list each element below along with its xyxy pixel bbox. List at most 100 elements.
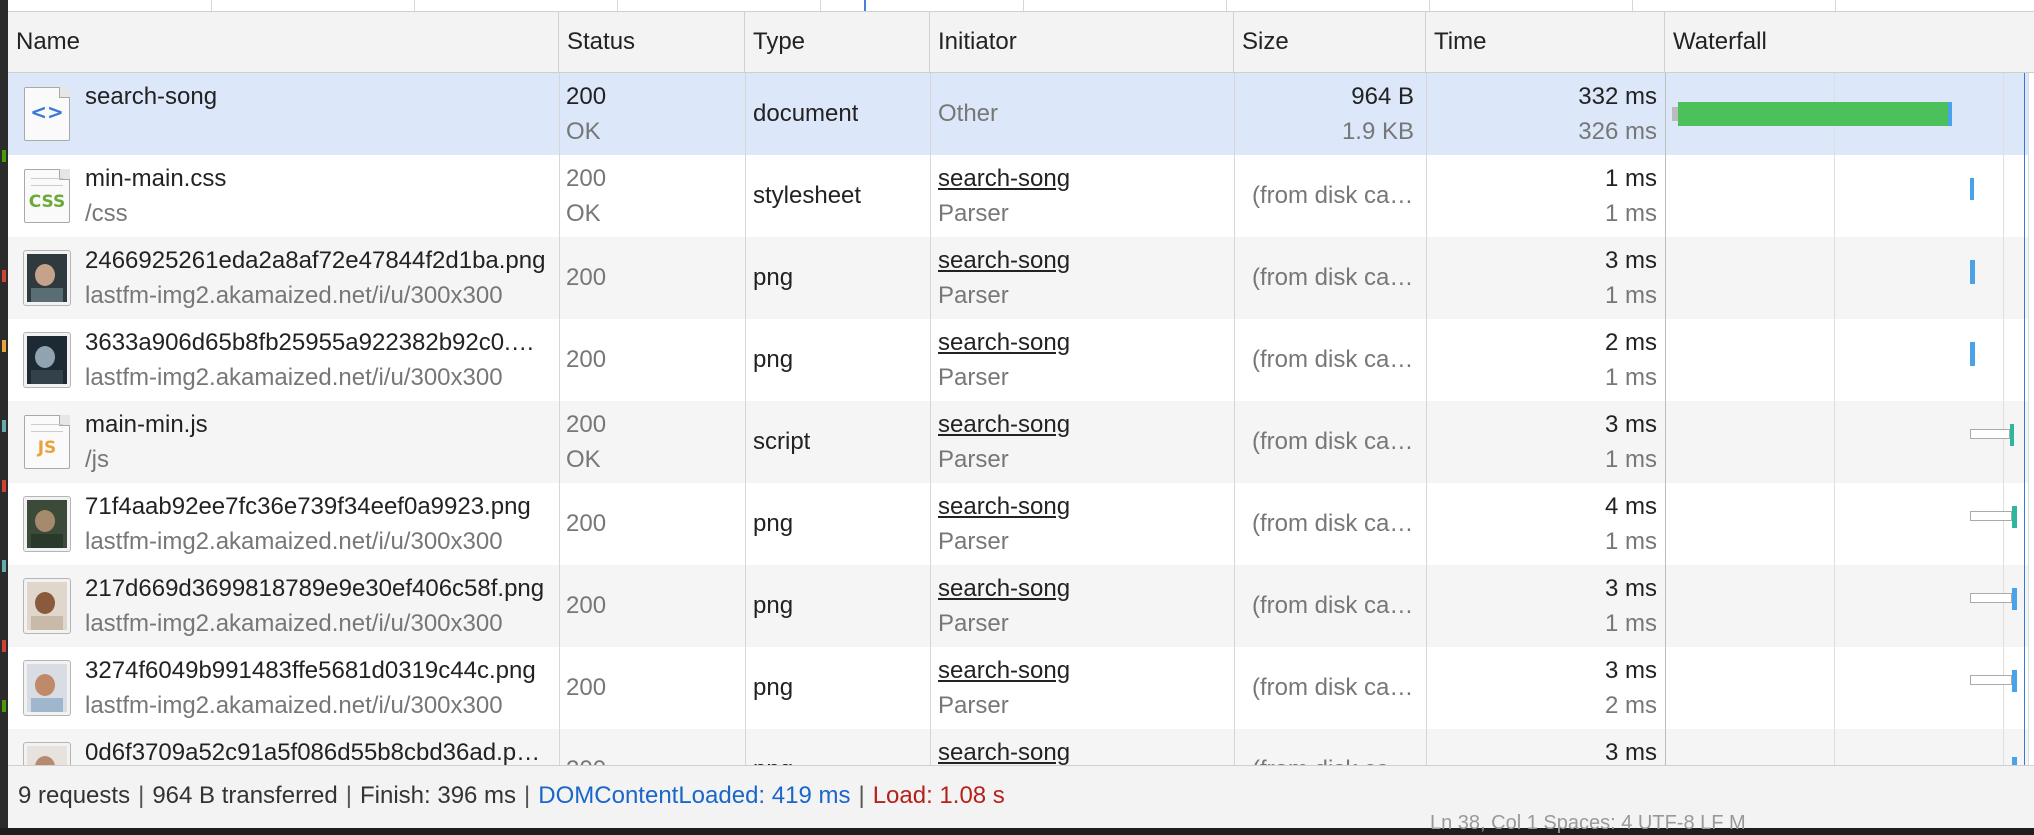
column-header-status[interactable]: Status [559, 12, 745, 72]
initiator-type: Parser [938, 692, 1009, 719]
initiator-type: Parser [938, 528, 1009, 555]
transferred-size: 964 B transferred [152, 782, 338, 809]
initiator-link[interactable]: search-song [938, 411, 1070, 439]
initiator-link[interactable]: search-song [938, 493, 1070, 521]
resource-type: png [753, 264, 794, 291]
image-thumbnail-icon [24, 579, 70, 633]
waterfall-bar[interactable] [2010, 424, 2014, 446]
waterfall-bar-download [1948, 102, 1952, 126]
status-code: 200 [566, 83, 607, 110]
initiator-link[interactable]: search-song [938, 575, 1070, 603]
initiator-link[interactable]: search-song [938, 247, 1070, 275]
column-header-name[interactable]: Name [8, 12, 559, 72]
image-thumbnail-icon [24, 661, 70, 715]
column-header-waterfall[interactable]: Waterfall [1665, 12, 2034, 72]
css-file-icon: CSS [24, 169, 70, 223]
initiator-link[interactable]: search-song [938, 739, 1070, 765]
resource-type: png [753, 674, 794, 701]
request-name[interactable]: 2466925261eda2a8af72e47844f2d1ba.png [85, 247, 545, 275]
network-panel: Name Status Type Initiator Size Time Wat… [8, 0, 2034, 828]
time-latency: 2 ms [1604, 692, 1657, 719]
request-name[interactable]: 0d6f3709a52c91a5f086d55b8cbd36ad.p… [85, 739, 540, 765]
html-document-icon: <> [24, 87, 70, 141]
time-latency: 1 ms [1604, 446, 1657, 473]
size-from-cache: (from disk ca… [1252, 428, 1414, 455]
size-transferred: 964 B [1351, 83, 1414, 110]
status-code: 200 [566, 592, 607, 619]
column-header-size[interactable]: Size [1234, 12, 1426, 72]
request-name[interactable]: 3633a906d65b8fb25955a922382b92c0.… [85, 329, 535, 357]
initiator-type: Parser [938, 364, 1009, 391]
size-from-cache: (from disk ca… [1252, 264, 1414, 291]
waterfall-bar[interactable] [1970, 178, 1974, 200]
time-latency: 326 ms [1578, 118, 1657, 145]
size-resource: 1.9 KB [1341, 118, 1414, 145]
time-total: 2 ms [1604, 329, 1657, 356]
request-name[interactable]: main-min.js [85, 411, 208, 439]
time-total: 1 ms [1604, 165, 1657, 192]
waterfall-bar-queue [1970, 593, 2012, 603]
editor-gutter [0, 0, 8, 828]
status-text: OK [566, 118, 601, 145]
time-total: 3 ms [1604, 657, 1657, 684]
request-name[interactable]: 71f4aab92ee7fc36e739f34eef0a9923.png [85, 493, 531, 521]
image-thumbnail-icon [24, 743, 70, 765]
time-total: 332 ms [1578, 83, 1657, 110]
time-total: 4 ms [1604, 493, 1657, 520]
request-path: /css [85, 200, 128, 227]
waterfall-bar[interactable] [2012, 757, 2017, 765]
resource-type: png [753, 756, 793, 765]
status-code: 200 [566, 165, 607, 192]
resource-type: png [753, 592, 794, 619]
size-from-cache: (from disk ca… [1252, 674, 1414, 701]
initiator-type: Parser [938, 610, 1009, 637]
column-header-initiator[interactable]: Initiator [930, 12, 1234, 72]
table-header: Name Status Type Initiator Size Time Wat… [8, 12, 2034, 73]
status-code: 200 [566, 674, 607, 701]
request-name[interactable]: search-song [85, 83, 217, 111]
load-time: Load: 1.08 s [872, 782, 1005, 809]
request-domain: lastfm-img2.akamaized.net/i/u/300x300 [85, 364, 503, 391]
image-thumbnail-icon [24, 497, 70, 551]
column-header-time[interactable]: Time [1426, 12, 1665, 72]
waterfall-bar[interactable] [2012, 588, 2017, 610]
vertical-scrollbar[interactable] [2028, 73, 2034, 765]
status-code: 200 [566, 510, 607, 537]
waterfall-bar[interactable] [2012, 506, 2017, 528]
initiator-link[interactable]: search-song [938, 657, 1070, 685]
resource-type: png [753, 510, 794, 537]
initiator-type: Parser [938, 200, 1009, 227]
initiator-link[interactable]: search-song [938, 329, 1070, 357]
request-name[interactable]: min-main.css [85, 165, 226, 193]
request-domain: lastfm-img2.akamaized.net/i/u/300x300 [85, 528, 503, 555]
waterfall-bar[interactable] [1678, 102, 1948, 126]
time-latency: 1 ms [1604, 282, 1657, 309]
column-header-type[interactable]: Type [745, 12, 930, 72]
initiator-link[interactable]: search-song [938, 165, 1070, 193]
request-path: /js [85, 446, 109, 473]
waterfall-bar-queue [1970, 511, 2012, 521]
time-total: 3 ms [1604, 739, 1657, 765]
request-name[interactable]: 217d669d3699818789e9e30ef406c58f.png [85, 575, 544, 603]
status-text: OK [566, 446, 601, 473]
waterfall-bar-queue [1970, 675, 2012, 685]
finish-time: Finish: 396 ms [359, 782, 517, 809]
time-total: 3 ms [1604, 575, 1657, 602]
request-table: <> search-song 200 OK document Other 964… [8, 73, 2034, 765]
time-latency: 1 ms [1604, 200, 1657, 227]
size-from-cache: (from disk ca… [1252, 592, 1414, 619]
time-latency: 1 ms [1604, 610, 1657, 637]
time-latency: 1 ms [1604, 528, 1657, 555]
request-domain: lastfm-img2.akamaized.net/i/u/300x300 [85, 692, 503, 719]
waterfall-bar[interactable] [1970, 342, 1975, 366]
resource-type: stylesheet [753, 182, 862, 209]
waterfall-bar[interactable] [2012, 670, 2017, 692]
request-domain: lastfm-img2.akamaized.net/i/u/300x300 [85, 610, 503, 637]
image-thumbnail-icon [24, 333, 70, 387]
request-name[interactable]: 3274f6049b991483ffe5681d0319c44c.png [85, 657, 536, 685]
waterfall-bar-queue [1970, 429, 2010, 439]
time-total: 3 ms [1604, 411, 1657, 438]
size-from-cache: (from disk ca… [1252, 510, 1414, 537]
waterfall-bar[interactable] [1970, 260, 1975, 284]
overview-timeline[interactable] [8, 0, 2034, 12]
